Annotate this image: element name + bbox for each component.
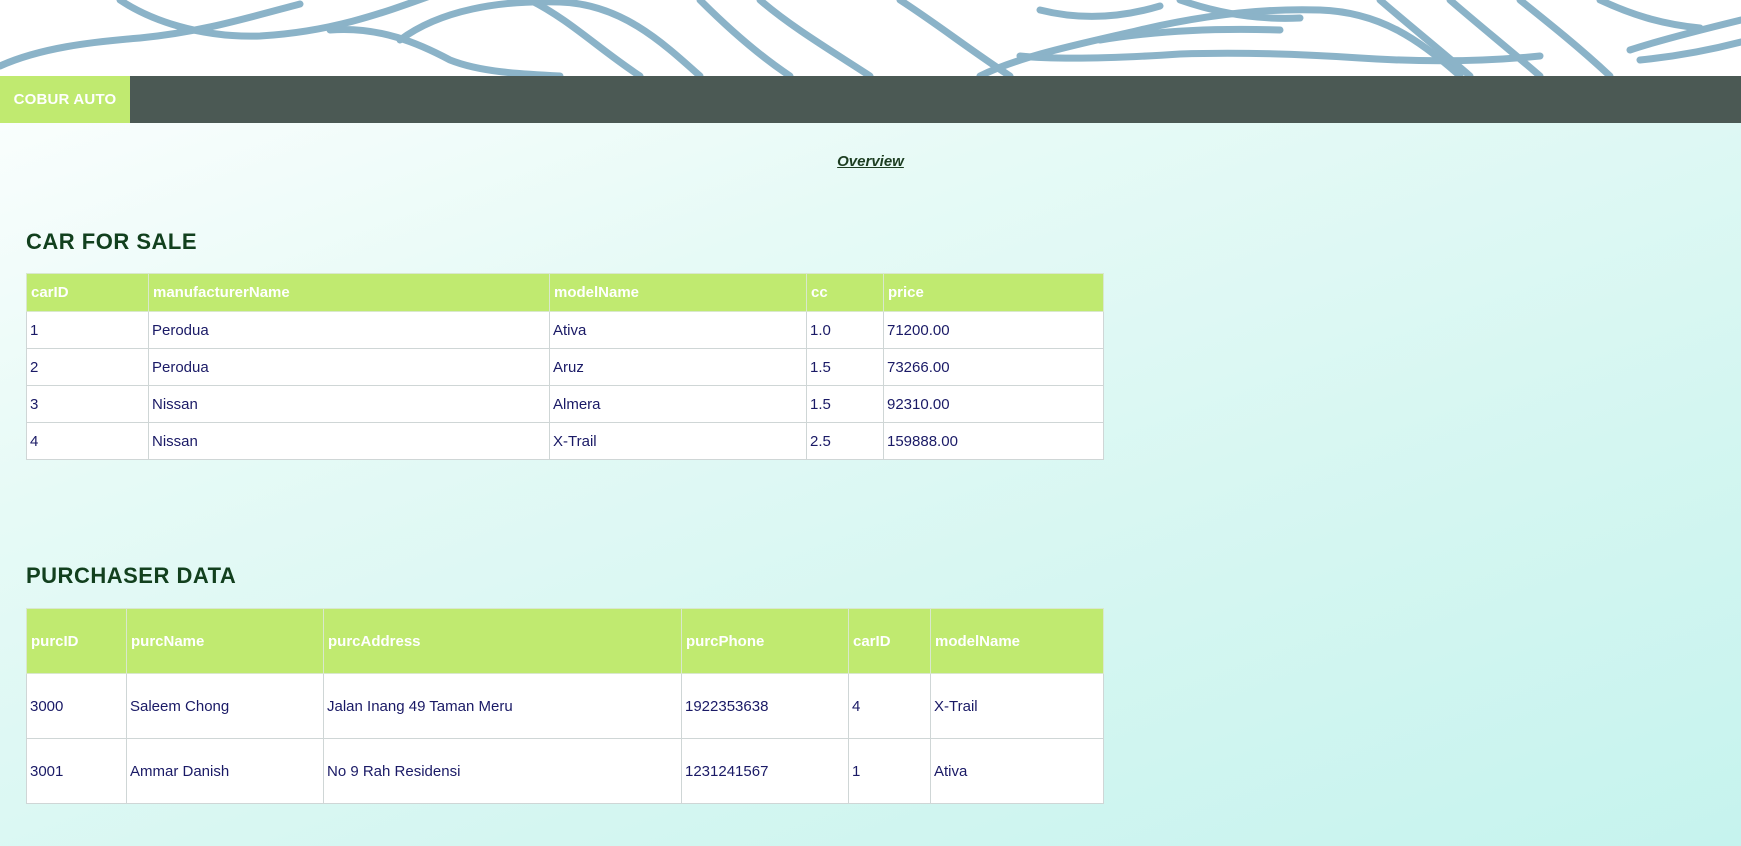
- table-cell: 1.5: [806, 385, 884, 423]
- table-row: 3000 Saleem Chong Jalan Inang 49 Taman M…: [26, 673, 1104, 739]
- table-cell: Nissan: [148, 385, 550, 423]
- purchaser-data-heading: PURCHASER DATA: [26, 563, 237, 588]
- table-cell: Perodua: [148, 311, 550, 349]
- table-cell: No 9 Rah Residensi: [323, 738, 682, 804]
- table-cell: 2: [26, 348, 149, 386]
- table-cell: 2.5: [806, 422, 884, 460]
- table-cell: 4: [848, 673, 931, 739]
- table-cell: 1: [26, 311, 149, 349]
- table-cell: 1: [848, 738, 931, 804]
- column-header-manufacturername: manufacturerName: [148, 273, 550, 312]
- column-header-modelname: modelName: [930, 608, 1104, 674]
- column-header-carid: carID: [26, 273, 149, 312]
- header-banner: [0, 0, 1741, 76]
- table-cell: Nissan: [148, 422, 550, 460]
- table-cell: 71200.00: [883, 311, 1104, 349]
- column-header-purcphone: purcPhone: [681, 608, 849, 674]
- table-cell: 92310.00: [883, 385, 1104, 423]
- table-cell: Perodua: [148, 348, 550, 386]
- column-header-cc: cc: [806, 273, 884, 312]
- table-header-row: purcID purcName purcAddress purcPhone ca…: [26, 608, 1104, 674]
- table-cell: 73266.00: [883, 348, 1104, 386]
- overview-link[interactable]: Overview: [0, 153, 1741, 170]
- table-cell: Ativa: [549, 311, 807, 349]
- table-cell: Ammar Danish: [126, 738, 324, 804]
- table-cell: X-Trail: [930, 673, 1104, 739]
- table-cell: 159888.00: [883, 422, 1104, 460]
- table-cell: 3: [26, 385, 149, 423]
- table-row: 3001 Ammar Danish No 9 Rah Residensi 123…: [26, 738, 1104, 804]
- table-header-row: carID manufacturerName modelName cc pric…: [26, 273, 1104, 312]
- column-header-carid: carID: [848, 608, 931, 674]
- car-for-sale-table: carID manufacturerName modelName cc pric…: [26, 273, 1104, 460]
- table-cell: 4: [26, 422, 149, 460]
- column-header-purcid: purcID: [26, 608, 127, 674]
- table-row: 2 Perodua Aruz 1.5 73266.00: [26, 348, 1104, 386]
- car-for-sale-heading: CAR FOR SALE: [26, 229, 197, 254]
- purchaser-data-table: purcID purcName purcAddress purcPhone ca…: [26, 608, 1104, 804]
- table-cell: Almera: [549, 385, 807, 423]
- table-row: 4 Nissan X-Trail 2.5 159888.00: [26, 422, 1104, 460]
- table-cell: 1922353638: [681, 673, 849, 739]
- table-cell: 3000: [26, 673, 127, 739]
- table-cell: 1231241567: [681, 738, 849, 804]
- table-cell: Ativa: [930, 738, 1104, 804]
- table-cell: Saleem Chong: [126, 673, 324, 739]
- column-header-purcaddress: purcAddress: [323, 608, 682, 674]
- column-header-purcname: purcName: [126, 608, 324, 674]
- column-header-modelname: modelName: [549, 273, 807, 312]
- table-cell: 1.5: [806, 348, 884, 386]
- column-header-price: price: [883, 273, 1104, 312]
- top-navbar: COBUR AUTO: [0, 76, 1741, 123]
- wave-pattern-decoration: [0, 0, 1741, 76]
- table-row: 3 Nissan Almera 1.5 92310.00: [26, 385, 1104, 423]
- table-cell: Jalan Inang 49 Taman Meru: [323, 673, 682, 739]
- table-cell: 1.0: [806, 311, 884, 349]
- brand-logo-link[interactable]: COBUR AUTO: [0, 76, 130, 123]
- table-row: 1 Perodua Ativa 1.0 71200.00: [26, 311, 1104, 349]
- table-cell: X-Trail: [549, 422, 807, 460]
- table-cell: Aruz: [549, 348, 807, 386]
- table-cell: 3001: [26, 738, 127, 804]
